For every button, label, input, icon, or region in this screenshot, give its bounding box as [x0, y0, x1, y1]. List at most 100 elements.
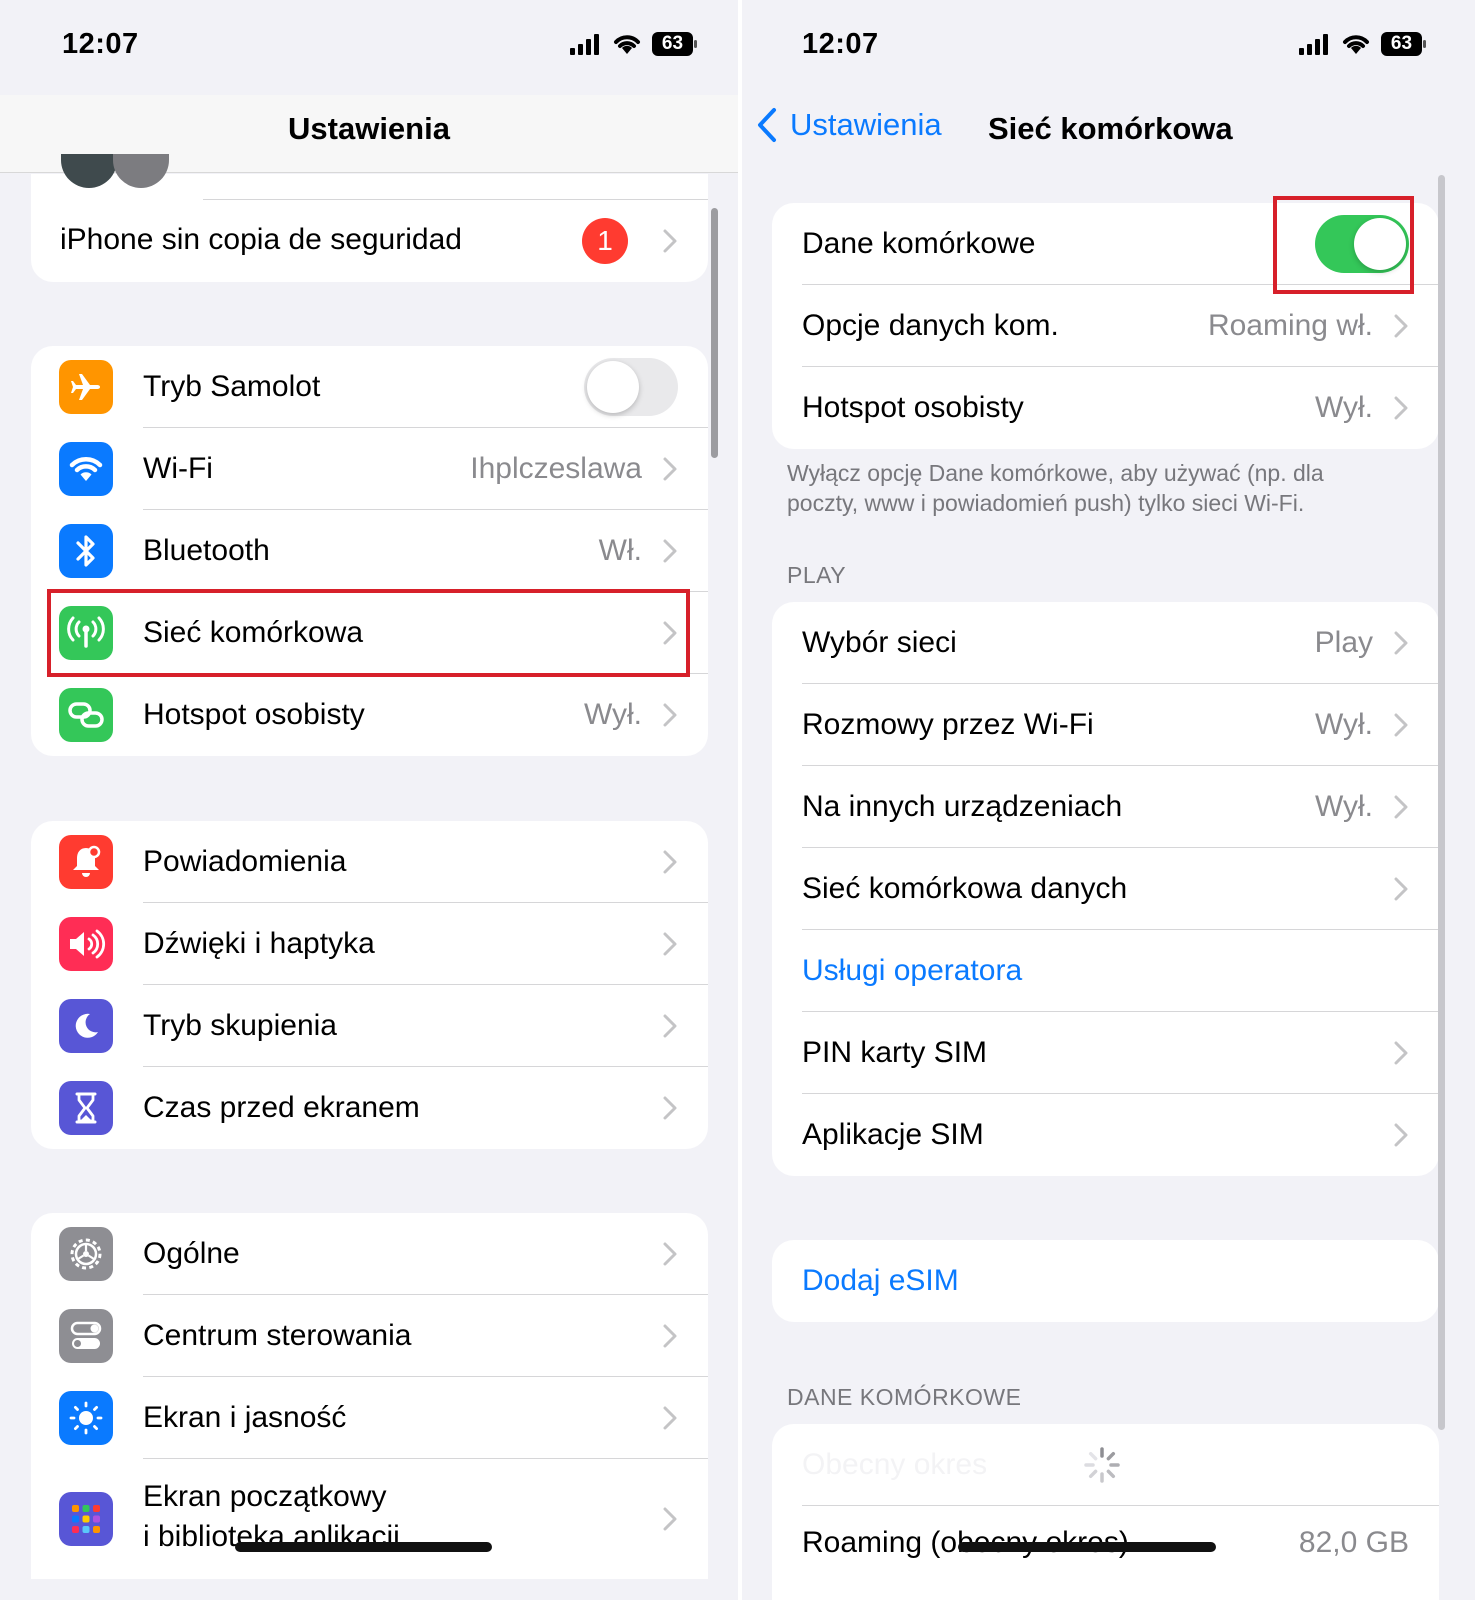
- settings-row-label: Aplikacje SIM: [802, 1118, 984, 1151]
- scrollbar[interactable]: [711, 208, 718, 458]
- wifi-status-icon: [1341, 33, 1371, 55]
- battery-level: 63: [1390, 33, 1413, 54]
- settings-row-sim-apps[interactable]: Aplikacje SIM: [772, 1094, 1439, 1176]
- status-icons: 63: [570, 32, 698, 56]
- cellular-antenna-icon: [59, 606, 113, 660]
- chevron-left-icon: [758, 108, 776, 142]
- settings-row-screen-time[interactable]: Czas przed ekranem: [31, 1067, 708, 1149]
- settings-row-current-period: Obecny okres: [772, 1424, 1439, 1506]
- back-button[interactable]: Ustawienia: [756, 107, 942, 143]
- home-indicator[interactable]: [235, 1542, 492, 1552]
- settings-row-other-devices[interactable]: Na innych urządzeniach Wył.: [772, 766, 1439, 848]
- account-card-partial[interactable]: iPhone sin copia de seguridad 1: [31, 154, 708, 282]
- settings-row-home-screen[interactable]: Ekran początkowy i biblioteka aplikacji: [31, 1459, 708, 1579]
- carrier-group: Wybór sieci Play Rozmowy przez Wi-Fi Wył…: [772, 602, 1439, 1176]
- settings-row-label-line: Ekran początkowy: [143, 1480, 387, 1513]
- settings-row-label: Opcje danych kom.: [802, 309, 1059, 342]
- notifications-group: Powiadomienia Dźwięki i haptyka Tryb sku…: [31, 821, 708, 1149]
- settings-row-label: Bluetooth: [143, 534, 270, 567]
- settings-row-label: Wybór sieci: [802, 626, 957, 659]
- battery-level: 63: [661, 33, 684, 54]
- chevron-right-icon: [663, 850, 677, 874]
- back-button-label: Ustawienia: [790, 107, 942, 142]
- page-title: Sieć komórkowa: [988, 111, 1233, 146]
- chevron-right-icon: [663, 1014, 677, 1038]
- toggle-knob: [1354, 218, 1406, 270]
- speaker-icon: [59, 917, 113, 971]
- settings-row-value: Wył.: [1314, 708, 1373, 741]
- backup-label: iPhone sin copia de seguridad: [60, 223, 462, 256]
- settings-row-label: Czas przed ekranem: [143, 1091, 420, 1124]
- settings-row-label: Obecny okres: [802, 1448, 988, 1481]
- settings-row-value: Wył.: [1314, 790, 1373, 823]
- chevron-right-icon: [663, 1507, 677, 1531]
- settings-row-label: Tryb skupienia: [143, 1009, 337, 1042]
- settings-row-control-center[interactable]: Centrum sterowania: [31, 1295, 708, 1377]
- bell-icon: [59, 835, 113, 889]
- chevron-right-icon: [663, 539, 677, 563]
- gear-icon: [59, 1227, 113, 1281]
- settings-row-focus[interactable]: Tryb skupienia: [31, 985, 708, 1067]
- battery-icon: 63: [652, 32, 698, 56]
- chevron-right-icon: [1394, 631, 1408, 655]
- home-indicator[interactable]: [958, 1542, 1216, 1552]
- add-esim-button[interactable]: Dodaj eSIM: [802, 1264, 959, 1298]
- carrier-services-link[interactable]: Usługi operatora: [802, 954, 1022, 988]
- chevron-right-icon: [663, 1406, 677, 1430]
- signal-icon: [1299, 33, 1331, 55]
- wifi-status-icon: [612, 33, 642, 55]
- status-time: 12:07: [62, 28, 139, 60]
- scrollbar[interactable]: [1438, 175, 1445, 1430]
- settings-row-sounds[interactable]: Dźwięki i haptyka: [31, 903, 708, 985]
- airplane-mode-toggle[interactable]: [584, 358, 678, 416]
- settings-row-value: 82,0 GB: [1298, 1526, 1409, 1559]
- toggle-knob: [587, 361, 639, 413]
- settings-row-value: Wył.: [583, 698, 642, 731]
- chevron-right-icon: [1394, 1041, 1408, 1065]
- settings-row-hotspot[interactable]: Hotspot osobisty Wył.: [31, 674, 708, 756]
- settings-row-label: Na innych urządzeniach: [802, 790, 1123, 823]
- settings-row-display[interactable]: Ekran i jasność: [31, 1377, 708, 1459]
- settings-row-value: Wył.: [1314, 391, 1373, 424]
- settings-row-value: Roaming wł.: [1207, 309, 1373, 342]
- settings-row-label: Sieć komórkowa danych: [802, 872, 1128, 905]
- settings-row-add-esim[interactable]: Dodaj eSIM: [772, 1240, 1439, 1322]
- settings-row-sim-pin[interactable]: PIN karty SIM: [772, 1012, 1439, 1094]
- esim-group: Dodaj eSIM: [772, 1240, 1439, 1322]
- backup-row[interactable]: iPhone sin copia de seguridad 1: [31, 200, 708, 282]
- settings-row-value: Wł.: [598, 534, 642, 567]
- navigation-bar: Ustawienia Sieć komórkowa: [742, 95, 1475, 173]
- cellular-data-toggle[interactable]: [1315, 215, 1409, 273]
- settings-row-cellular-data-network[interactable]: Sieć komórkowa danych: [772, 848, 1439, 930]
- chevron-right-icon: [1394, 1123, 1408, 1147]
- settings-row-data-options[interactable]: Opcje danych kom. Roaming wł.: [772, 285, 1439, 367]
- app-grid-icon: [59, 1492, 113, 1546]
- status-icons: 63: [1299, 32, 1427, 56]
- settings-row-cellular[interactable]: Sieć komórkowa: [31, 592, 708, 674]
- chevron-right-icon: [663, 1096, 677, 1120]
- settings-row-label: Tryb Samolot: [143, 370, 321, 403]
- settings-row-value: Ihplczeslawa: [470, 452, 642, 485]
- settings-row-bluetooth[interactable]: Bluetooth Wł.: [31, 510, 708, 592]
- settings-pane: 12:07 63 Ustawienia iPhone sin copia de …: [0, 0, 738, 1600]
- chevron-right-icon: [663, 932, 677, 956]
- chevron-right-icon: [1394, 314, 1408, 338]
- chevron-right-icon: [1394, 396, 1408, 420]
- settings-row-wifi-calling[interactable]: Rozmowy przez Wi-Fi Wył.: [772, 684, 1439, 766]
- chevron-right-icon: [663, 457, 677, 481]
- settings-row-label: Ekran i jasność: [143, 1401, 347, 1434]
- connectivity-group: Tryb Samolot Wi-Fi Ihplczeslawa Bluetoot…: [31, 346, 708, 756]
- sun-icon: [59, 1391, 113, 1445]
- settings-row-hotspot[interactable]: Hotspot osobisty Wył.: [772, 367, 1439, 449]
- settings-row-label: Centrum sterowania: [143, 1319, 412, 1352]
- hotspot-link-icon: [59, 688, 113, 742]
- settings-row-notifications[interactable]: Powiadomienia: [31, 821, 708, 903]
- battery-icon: 63: [1381, 32, 1427, 56]
- settings-row-carrier-services[interactable]: Usługi operatora: [772, 930, 1439, 1012]
- settings-row-wifi[interactable]: Wi-Fi Ihplczeslawa: [31, 428, 708, 510]
- settings-row-network-selection[interactable]: Wybór sieci Play: [772, 602, 1439, 684]
- settings-row-label: PIN karty SIM: [802, 1036, 988, 1069]
- cellular-settings-pane: 12:07 63 Ustawienia Sieć komórkowa Dane …: [742, 0, 1475, 1600]
- carrier-section-header: PLAY: [787, 562, 847, 588]
- settings-row-general[interactable]: Ogólne: [31, 1213, 708, 1295]
